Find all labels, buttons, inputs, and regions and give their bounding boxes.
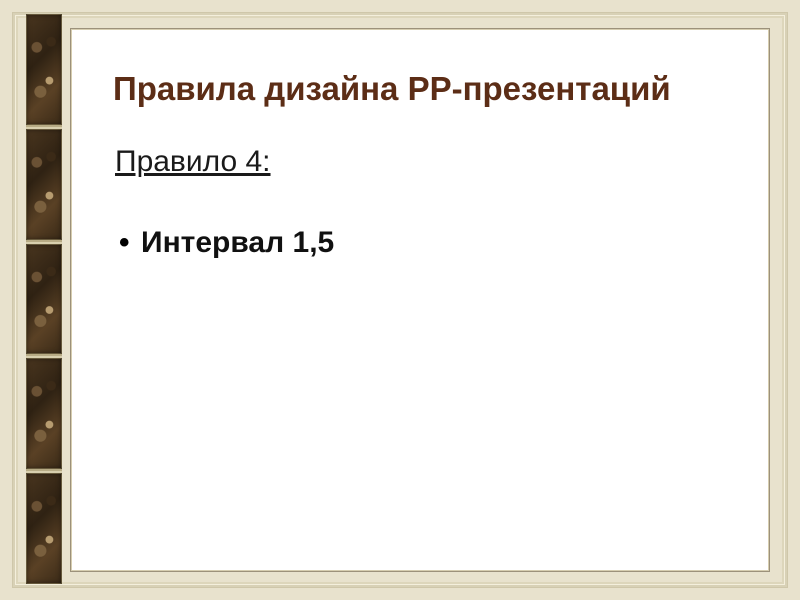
binding-tile bbox=[26, 14, 62, 127]
bullet-list: Интервал 1,5 bbox=[113, 223, 727, 262]
slide-title: Правила дизайна РР-презентаций bbox=[113, 69, 727, 109]
binding-tile bbox=[26, 127, 62, 242]
binding-tile bbox=[26, 471, 62, 584]
binding-tile bbox=[26, 242, 62, 357]
binding-tile bbox=[26, 356, 62, 471]
slide-subtitle: Правило 4: bbox=[115, 145, 727, 179]
binding-strip bbox=[26, 14, 62, 584]
slide-body: Правила дизайна РР-презентаций Правило 4… bbox=[70, 28, 770, 572]
bullet-item: Интервал 1,5 bbox=[119, 223, 727, 262]
